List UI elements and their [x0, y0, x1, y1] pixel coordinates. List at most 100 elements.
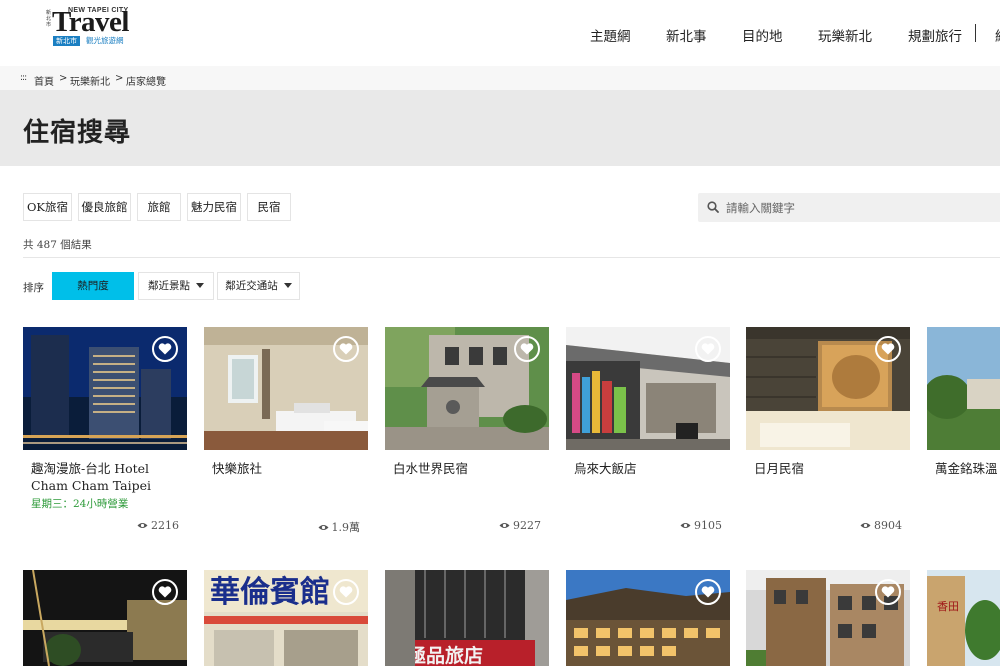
- nav-item-news[interactable]: 新北事: [666, 25, 707, 45]
- listing-photo[interactable]: 香田: [927, 570, 1000, 666]
- listing-view-count: 9227: [513, 519, 541, 532]
- listing-photo[interactable]: 華倫賓館: [204, 570, 368, 666]
- eye-icon: [680, 523, 691, 528]
- sort-nearby-attractions-label: 鄰近景點: [148, 280, 190, 292]
- sort-nearby-attractions-dropdown[interactable]: 鄰近景點: [138, 272, 214, 300]
- heart-icon: [520, 343, 534, 355]
- listing-views: 1.9萬: [318, 519, 361, 535]
- heart-icon: [701, 586, 715, 598]
- result-count: 共 487 個結果: [23, 239, 92, 251]
- breadcrumb-separator: >: [59, 73, 68, 84]
- listing-photo[interactable]: 極品旅店: [385, 570, 549, 666]
- listing-photo[interactable]: [23, 327, 187, 450]
- listing-card[interactable]: [746, 570, 910, 666]
- breadcrumb-fun[interactable]: 玩樂新北: [70, 73, 110, 88]
- breadcrumb-current: 店家總覽: [126, 77, 166, 88]
- page-title: 住宿搜尋: [23, 118, 132, 148]
- heart-icon: [701, 343, 715, 355]
- search-box: [698, 193, 1000, 222]
- sign-text: 華倫賓館: [210, 575, 330, 610]
- listing-name[interactable]: 快樂旅社: [212, 460, 362, 477]
- listing-hours: 星期三：24小時營業: [31, 498, 129, 510]
- nav-divider: [975, 24, 976, 42]
- sort-nearby-transit-dropdown[interactable]: 鄰近交通站: [217, 272, 300, 300]
- listing-card[interactable]: 香田: [927, 570, 1000, 666]
- listing-view-count: 8904: [874, 519, 902, 532]
- favorite-button[interactable]: [695, 336, 721, 362]
- filter-ok-lodging[interactable]: OK旅宿: [23, 193, 72, 221]
- listing-photo[interactable]: [746, 327, 910, 450]
- filter-quality-hotel[interactable]: 優良旅館: [78, 193, 131, 221]
- eye-icon: [860, 523, 871, 528]
- listing-views: 8904: [860, 519, 902, 532]
- favorite-button[interactable]: [333, 579, 359, 605]
- listing-views: 9227: [499, 519, 541, 532]
- listing-name[interactable]: 日月民宿: [754, 460, 904, 477]
- search-input[interactable]: [726, 193, 996, 222]
- chevron-down-icon: [196, 283, 204, 288]
- favorite-button[interactable]: [695, 579, 721, 605]
- breadcrumb-home[interactable]: 首頁: [34, 73, 54, 88]
- sort-popularity-label: 熱門度: [77, 280, 109, 292]
- search-icon[interactable]: [707, 201, 719, 213]
- favorite-button[interactable]: [875, 579, 901, 605]
- sign-text: 極品旅店: [407, 644, 483, 666]
- nav-item-fun[interactable]: 玩樂新北: [818, 25, 872, 45]
- eye-icon: [137, 523, 148, 528]
- logo-subtitle: 觀光旅遊網: [86, 36, 124, 45]
- favorite-button[interactable]: [875, 336, 901, 362]
- heart-icon: [881, 343, 895, 355]
- sort-nearby-transit-label: 鄰近交通站: [225, 280, 278, 292]
- listing-name[interactable]: 趣淘漫旅-台北 Hotel Cham Cham Taipei: [31, 460, 181, 494]
- listing-photo[interactable]: [927, 327, 1000, 450]
- listing-photo[interactable]: [204, 327, 368, 450]
- filter-charm-bnb[interactable]: 魅力民宿: [187, 193, 241, 221]
- listing-view-count: 9105: [694, 519, 722, 532]
- sign-text: 香田: [937, 600, 959, 613]
- listing-card[interactable]: 華倫賓館: [204, 570, 368, 666]
- logo-city-tag: 新北市: [53, 36, 80, 46]
- listing-card[interactable]: [566, 570, 730, 666]
- site-header: 新北市 NEW TAPEI CITY Travel 新北市 觀光旅遊網 主題網 …: [0, 0, 1000, 66]
- favorite-button[interactable]: [152, 336, 178, 362]
- listing-views: 9105: [680, 519, 722, 532]
- listing-views: 2216: [137, 519, 179, 532]
- logo-wordmark: Travel: [52, 6, 130, 38]
- listing-card[interactable]: 極品旅店: [385, 570, 549, 666]
- breadcrumb: ::: 首頁 > 玩樂新北 > 店家總覽: [0, 66, 1000, 90]
- listing-photo[interactable]: [566, 327, 730, 450]
- listing-name[interactable]: 烏來大飯店: [574, 460, 724, 477]
- heart-icon: [158, 343, 172, 355]
- sort-label: 排序: [23, 282, 44, 294]
- nav-item-cutoff[interactable]: 網: [995, 25, 1000, 45]
- listing-photo[interactable]: [23, 570, 187, 666]
- divider: [23, 257, 1000, 258]
- listing-name[interactable]: 白水世界民宿: [393, 460, 543, 477]
- eye-icon: [318, 525, 328, 530]
- heart-icon: [881, 586, 895, 598]
- nav-item-plan[interactable]: 規劃旅行: [908, 25, 962, 45]
- filter-hotel[interactable]: 旅館: [137, 193, 181, 221]
- page-title-band: 住宿搜尋: [0, 90, 1000, 166]
- breadcrumb-menu-icon[interactable]: :::: [20, 73, 27, 83]
- listing-view-count: 2216: [151, 519, 179, 532]
- favorite-button[interactable]: [152, 579, 178, 605]
- listing-photo[interactable]: [746, 570, 910, 666]
- breadcrumb-separator: >: [115, 73, 124, 84]
- listing-card[interactable]: [23, 570, 187, 666]
- chevron-down-icon: [283, 283, 292, 288]
- eye-icon: [499, 523, 510, 528]
- listing-photo[interactable]: [385, 327, 549, 450]
- sort-popularity-button[interactable]: 熱門度: [52, 272, 134, 300]
- favorite-button[interactable]: [333, 336, 359, 362]
- filter-bnb[interactable]: 民宿: [247, 193, 291, 221]
- nav-item-theme[interactable]: 主題網: [590, 25, 631, 45]
- site-logo[interactable]: 新北市 NEW TAPEI CITY Travel 新北市 觀光旅遊網: [46, 6, 136, 46]
- listing-card[interactable]: 萬金銘珠溫: [927, 327, 1000, 527]
- nav-item-destination[interactable]: 目的地: [742, 25, 783, 45]
- listing-name[interactable]: 萬金銘珠溫: [935, 460, 1000, 477]
- listing-view-count: 1.9萬: [331, 521, 361, 534]
- favorite-button[interactable]: [514, 336, 540, 362]
- heart-icon: [158, 586, 172, 598]
- listing-photo[interactable]: [566, 570, 730, 666]
